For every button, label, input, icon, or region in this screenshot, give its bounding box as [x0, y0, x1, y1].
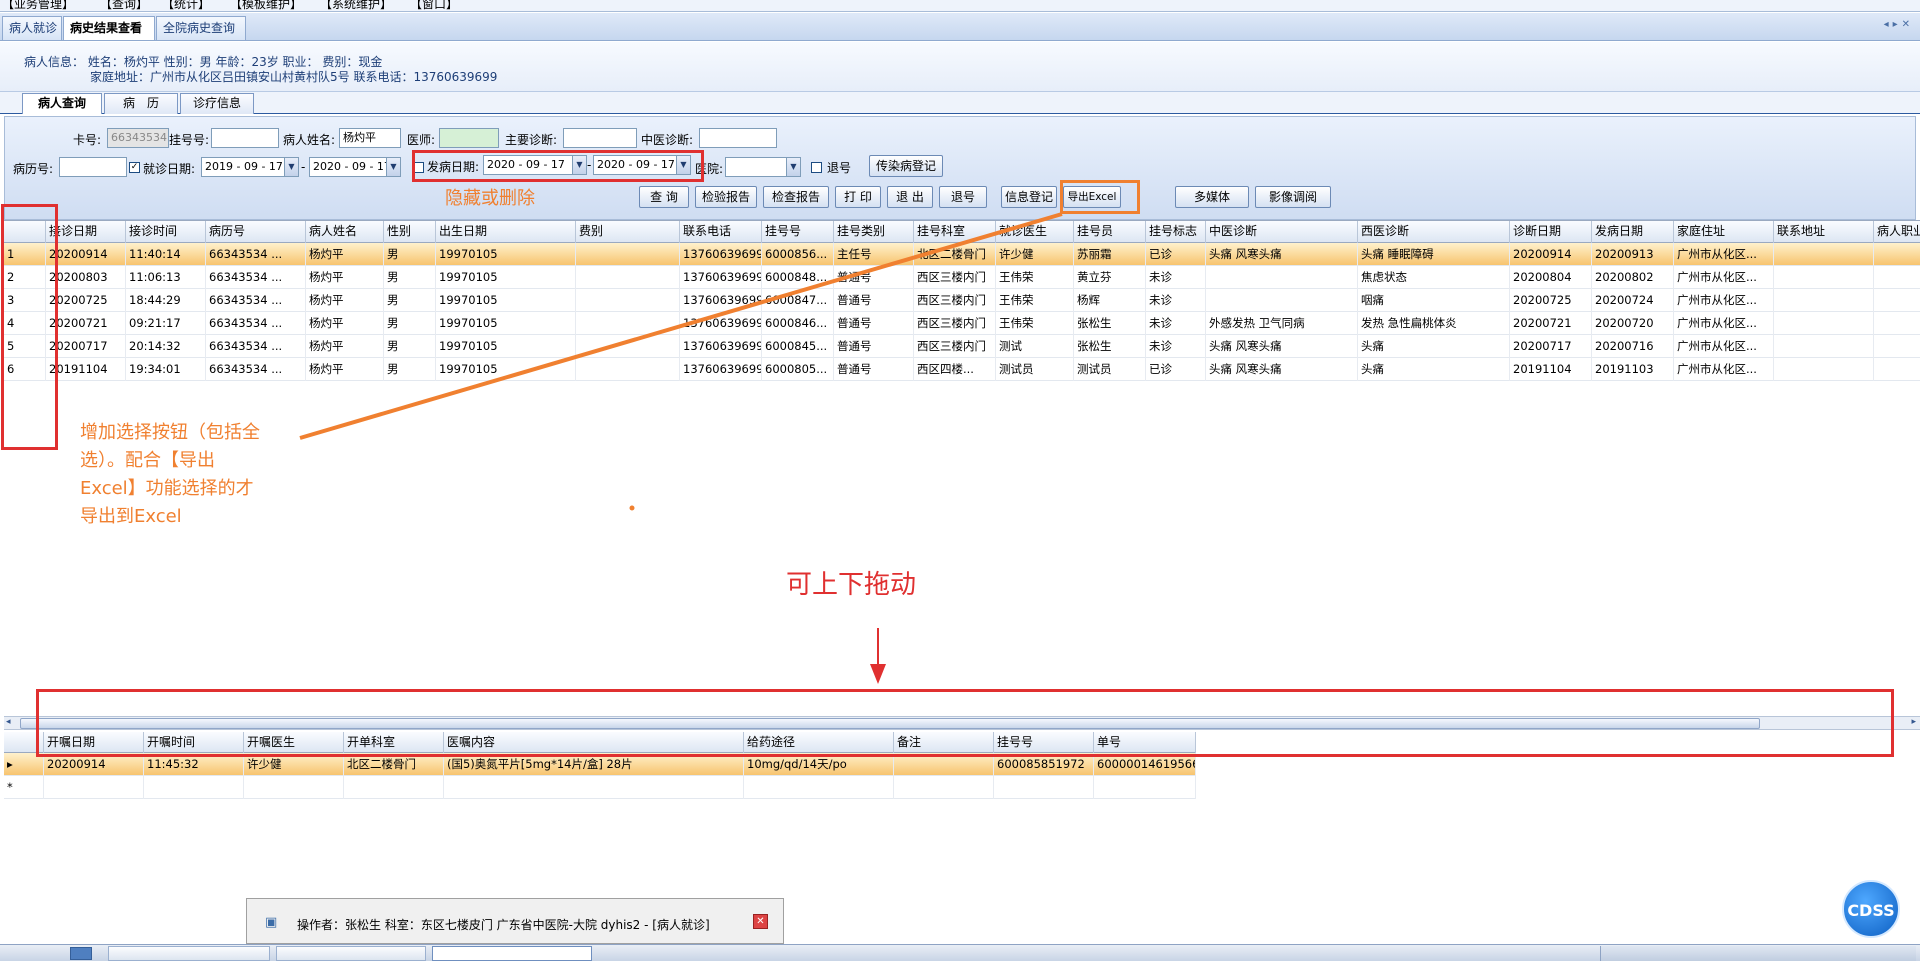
- annotation-arrows: [299, 212, 1063, 684]
- annotation-dot: [629, 505, 635, 511]
- annotation-arrow-line: [299, 212, 1063, 440]
- app-window: 【业务管理】 【查询】 【统计】 【模板维护】 【系统维护】 【窗口】 病人就诊…: [0, 0, 1920, 961]
- annotation-down-arrow-head: [870, 664, 886, 684]
